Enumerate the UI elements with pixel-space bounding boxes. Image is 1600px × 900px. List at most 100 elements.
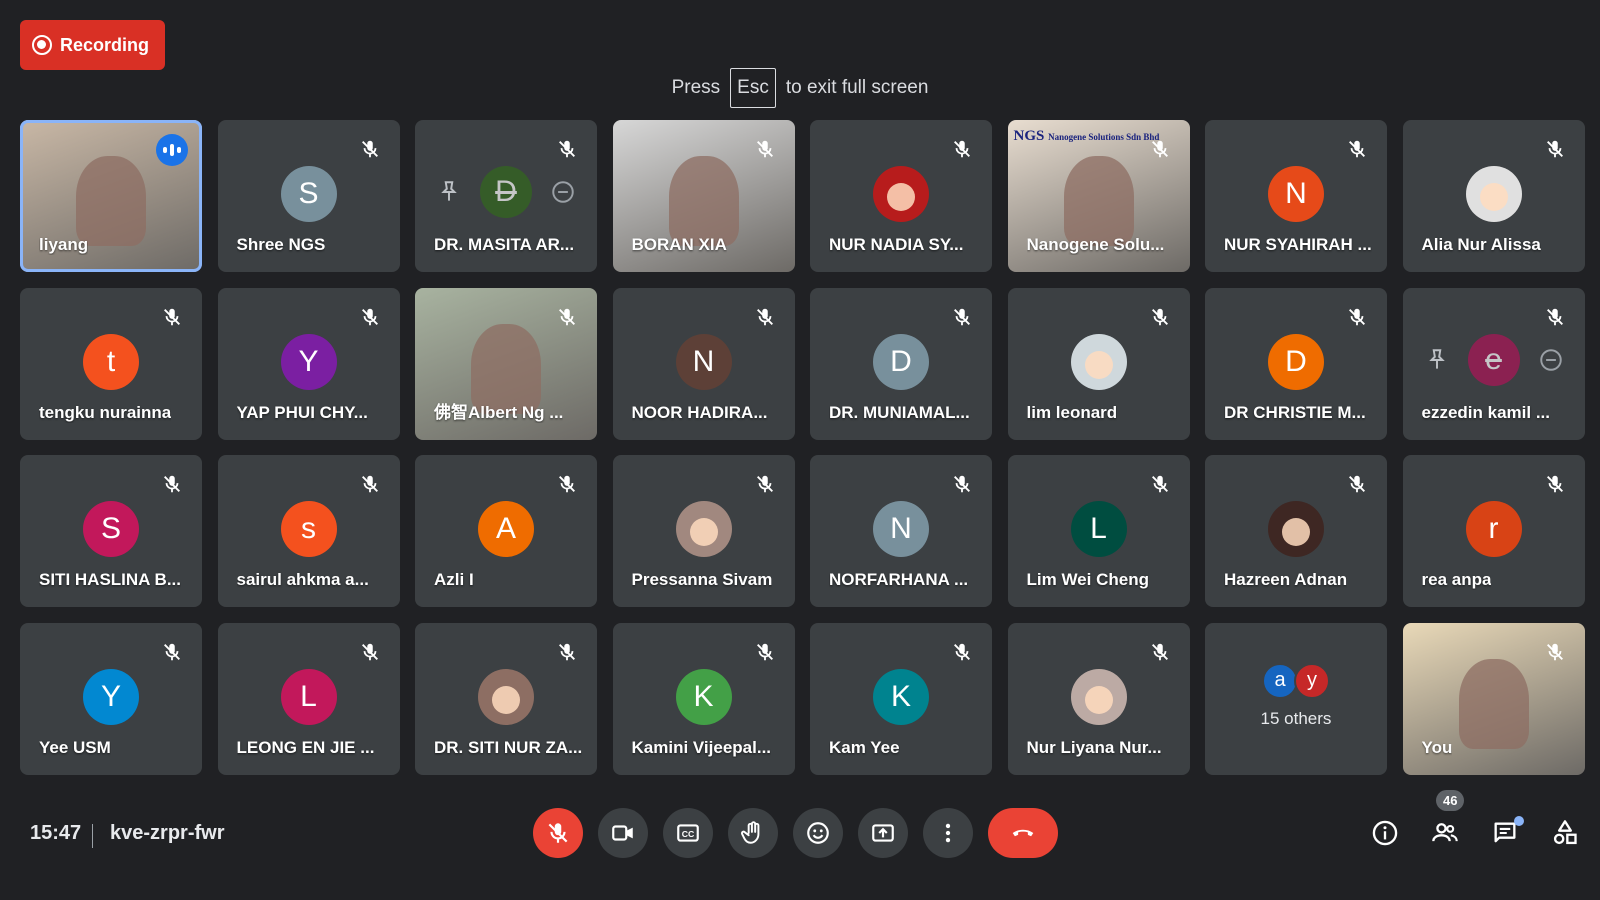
avatar: N xyxy=(1268,166,1324,222)
muted-indicator xyxy=(355,637,385,667)
participant-tile[interactable]: N NORFARHANA ... xyxy=(810,455,992,607)
mic-off-icon xyxy=(954,475,970,493)
muted-indicator xyxy=(1540,469,1570,499)
chat-notification-dot xyxy=(1514,816,1524,826)
mic-off-icon xyxy=(548,823,568,843)
mic-off-icon xyxy=(756,308,773,325)
mic-off-icon xyxy=(1546,475,1563,493)
participant-tile[interactable]: t tengku nurainna xyxy=(20,287,202,440)
mic-off-icon xyxy=(164,475,180,493)
participant-grid: liyang S Shree NGS D DR. MASITA AR... BORAN X… xyxy=(20,120,1585,775)
participant-tile[interactable]: Alia Nur Alissa xyxy=(1402,120,1585,272)
mic-off-icon xyxy=(559,475,575,493)
microphone-button[interactable] xyxy=(533,808,583,858)
participant-tile[interactable]: N NUR SYAHIRAH ... xyxy=(1205,120,1387,272)
mic-off-icon xyxy=(1349,475,1365,493)
participant-name: Yee USM xyxy=(39,737,111,757)
participant-tile[interactable]: D DR CHRISTIE M... xyxy=(1205,287,1387,440)
avatar: N xyxy=(873,501,929,557)
others-tile[interactable]: a y 15 others xyxy=(1205,622,1387,775)
participants-button[interactable]: 46 xyxy=(1426,790,1465,852)
participant-tile[interactable]: D DR. MASITA AR... xyxy=(415,120,597,272)
mic-off-icon xyxy=(164,643,180,660)
tile-hover-controls: D xyxy=(415,166,597,218)
hand-icon xyxy=(741,821,760,844)
participant-tile[interactable]: DR. SITI NUR ZA... xyxy=(415,622,597,775)
participant-tile[interactable]: NGS Nanogene Solutions Sdn Bhd Nanogene S… xyxy=(1007,120,1190,272)
muted-indicator xyxy=(1145,637,1175,667)
participant-tile[interactable]: D DR. MUNIAMAL... xyxy=(810,287,992,440)
participant-tile[interactable]: e ezzedin kamil ... xyxy=(1402,287,1585,440)
mic-off-icon xyxy=(164,308,180,325)
participant-tile[interactable]: L Lim Wei Cheng xyxy=(1007,455,1190,607)
participant-tile[interactable]: liyang xyxy=(20,120,202,272)
participant-name: Nanogene Solu... xyxy=(1026,235,1165,254)
raise-hand-button[interactable] xyxy=(728,808,778,858)
mic-off-icon xyxy=(559,140,575,158)
participant-tile[interactable]: 佛智Albert Ng ... xyxy=(415,287,597,440)
mic-off-icon xyxy=(559,308,575,325)
side-panel-icons: 46 xyxy=(1366,790,1584,858)
tile-hover-controls: e xyxy=(1403,333,1585,386)
participant-name: DR. SITI NUR ZA... xyxy=(434,737,583,757)
participant-tile[interactable]: You xyxy=(1402,622,1585,775)
meeting-details-button[interactable] xyxy=(1366,814,1404,852)
mic-off-icon xyxy=(1546,308,1563,325)
mic-off-icon xyxy=(1546,643,1563,660)
participant-tile[interactable]: s sairul ahkma a... xyxy=(217,455,400,607)
video-feed xyxy=(668,156,739,246)
avatar: D xyxy=(1268,333,1324,390)
avatar: Y xyxy=(83,668,139,725)
participant-name: Shree NGS xyxy=(236,235,326,254)
chat-button[interactable] xyxy=(1486,814,1524,852)
pin-icon[interactable] xyxy=(436,179,462,205)
recording-badge[interactable]: Recording xyxy=(20,20,166,70)
participant-tile[interactable]: BORAN XIA xyxy=(612,120,795,272)
participant-name: SITI HASLINA B... xyxy=(39,570,181,589)
remove-icon[interactable] xyxy=(1538,347,1564,373)
participant-tile[interactable]: A Azli I xyxy=(415,455,597,607)
profile-photo xyxy=(1070,668,1127,725)
profile-photo xyxy=(1268,501,1324,557)
participant-tile[interactable]: r rea anpa xyxy=(1402,455,1585,607)
speaking-indicator-icon xyxy=(156,134,188,166)
participant-tile[interactable]: Y YAP PHUI CHY... xyxy=(217,287,400,440)
more-vert-icon xyxy=(945,823,951,843)
participant-tile[interactable]: NUR NADIA SY... xyxy=(810,120,992,272)
activities-button[interactable] xyxy=(1546,814,1584,852)
participant-tile[interactable]: K Kamini Vijeepal... xyxy=(612,622,795,775)
participant-tile[interactable]: Hazreen Adnan xyxy=(1205,455,1387,607)
avatar: S xyxy=(83,501,139,557)
avatar: a xyxy=(1262,662,1298,699)
mic-off-icon xyxy=(1349,308,1365,325)
mic-off-icon xyxy=(361,643,378,660)
participant-name: Lim Wei Cheng xyxy=(1026,570,1149,589)
remove-icon[interactable] xyxy=(550,179,576,205)
participant-tile[interactable]: lim leonard xyxy=(1007,287,1190,440)
reactions-button[interactable] xyxy=(793,808,843,858)
others-label: 15 others xyxy=(1260,708,1332,728)
avatar: L xyxy=(280,668,337,725)
muted-indicator xyxy=(157,302,187,332)
participant-name: lim leonard xyxy=(1026,402,1118,422)
participant-tile[interactable]: Nur Liyana Nur... xyxy=(1007,622,1190,775)
participant-name: NUR SYAHIRAH ... xyxy=(1224,235,1372,254)
mic-off-icon xyxy=(954,308,970,325)
participant-tile[interactable]: N NOOR HADIRA... xyxy=(612,287,795,440)
leave-call-button[interactable] xyxy=(988,808,1058,858)
participant-tile[interactable]: Y Yee USM xyxy=(20,622,202,775)
participant-tile[interactable]: L LEONG EN JIE ... xyxy=(217,622,400,775)
company-logo: NGS Nanogene Solutions Sdn Bhd xyxy=(1013,128,1160,144)
muted-indicator xyxy=(552,302,582,332)
emoji-icon xyxy=(807,822,829,844)
present-button[interactable] xyxy=(858,808,908,858)
captions-button[interactable]: CC xyxy=(663,808,713,858)
more-options-button[interactable] xyxy=(923,808,973,858)
present-screen-icon xyxy=(872,824,894,842)
participant-tile[interactable]: S Shree NGS xyxy=(217,120,400,272)
participant-tile[interactable]: K Kam Yee xyxy=(810,622,992,775)
participant-tile[interactable]: Pressanna Sivam xyxy=(612,455,795,607)
participant-tile[interactable]: S SITI HASLINA B... xyxy=(20,455,202,607)
camera-button[interactable] xyxy=(598,808,648,858)
pin-icon[interactable] xyxy=(1424,347,1450,373)
